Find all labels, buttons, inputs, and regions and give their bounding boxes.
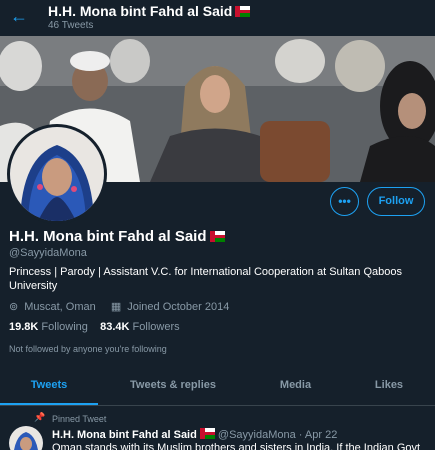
tweet-avatar-photo (9, 426, 43, 450)
oman-flag-icon (235, 6, 251, 17)
profile-tabs: Tweets Tweets & replies Media Likes (0, 368, 435, 406)
oman-flag-icon (209, 231, 225, 242)
profile-meta: ⊚ Muscat, Oman ▦ Joined October 2014 (9, 300, 241, 313)
joined-item: ▦ Joined October 2014 (110, 301, 230, 313)
tweet-header: H.H. Mona bint Fahd al Said @SayyidaMona… (52, 428, 337, 441)
followers-link[interactable]: 83.4K Followers (100, 321, 180, 333)
avatar-photo (10, 127, 104, 221)
profile-stats: 19.8K Following 83.4K Followers (9, 321, 180, 333)
following-link[interactable]: 19.8K Following (9, 321, 88, 333)
tab-likes[interactable]: Likes (343, 368, 435, 405)
tab-media[interactable]: Media (248, 368, 343, 405)
location-item: ⊚ Muscat, Oman (9, 301, 96, 313)
profile-avatar[interactable] (7, 124, 107, 224)
pin-icon: 📌 (34, 412, 46, 422)
profile-display-name: H.H. Mona bint Fahd al Said (9, 228, 225, 245)
pinned-tweet-label: Pinned Tweet (52, 414, 107, 424)
tweet-author-name[interactable]: H.H. Mona bint Fahd al Said (52, 429, 197, 441)
header-display-name: H.H. Mona bint Fahd al Said (48, 3, 251, 19)
profile-header-bar: ← H.H. Mona bint Fahd al Said 46 Tweets (0, 0, 435, 36)
follow-button[interactable]: Follow (367, 187, 425, 216)
profile-handle: @SayyidaMona (9, 247, 87, 259)
more-options-button[interactable]: ••• (330, 187, 359, 216)
tweet-author-handle: @SayyidaMona (217, 429, 296, 441)
followed-by-note: Not followed by anyone you're following (9, 344, 167, 354)
oman-flag-icon (199, 428, 215, 439)
tweet-date[interactable]: · Apr 22 (299, 429, 338, 441)
location-pin-icon: ⊚ (9, 301, 19, 313)
profile-bio: Princess | Parody | Assistant V.C. for I… (9, 266, 402, 292)
more-options-icon: ••• (338, 194, 351, 208)
calendar-icon: ▦ (110, 301, 122, 313)
arrow-left-icon[interactable]: ← (10, 5, 32, 27)
header-tweet-count: 46 Tweets (48, 20, 94, 31)
tab-tweets[interactable]: Tweets (0, 368, 98, 405)
tweet-author-avatar[interactable] (9, 426, 43, 450)
tab-tweets-and-replies[interactable]: Tweets & replies (98, 368, 248, 405)
tweet-text: Oman stands with its Muslim brothers and… (52, 442, 421, 450)
